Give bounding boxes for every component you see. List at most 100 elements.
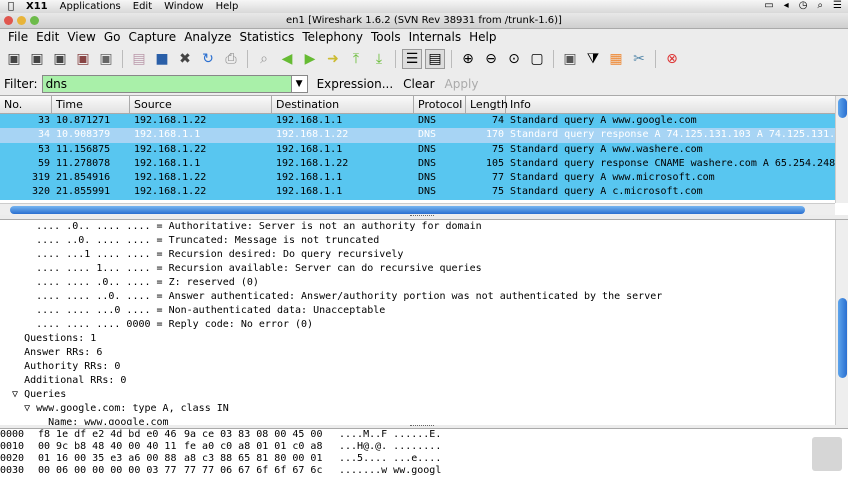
- detail-line[interactable]: Additional RRs: 0: [0, 374, 848, 388]
- zoom-in-icon[interactable]: ⊕: [458, 49, 478, 69]
- menu-internals[interactable]: Internals: [405, 29, 466, 46]
- detail-line[interactable]: .... .... .0.. .... = Z: reserved (0): [0, 276, 848, 290]
- detail-line[interactable]: .... .... ..0. .... = Answer authenticat…: [0, 290, 848, 304]
- menu-view[interactable]: View: [63, 29, 99, 46]
- detail-line[interactable]: .... .... ...0 .... = Non-authenticated …: [0, 304, 848, 318]
- mac-menubar:  X11 Applications Edit Window Help ▭ ◂ ◷ ⌕…: [0, 0, 848, 13]
- menu-edit[interactable]: Edit: [32, 29, 63, 46]
- forward-icon[interactable]: ▶: [300, 49, 320, 69]
- menu-capture[interactable]: Capture: [124, 29, 180, 46]
- packet-row[interactable]: 33 10.871271 192.168.1.22 192.168.1.1 DNS 74 S…: [0, 114, 848, 129]
- hex-row[interactable]: 0020 01 16 00 35 e3 a6 00 88 a8 c3 88 65 8…: [0, 453, 848, 465]
- zoom-out-icon[interactable]: ⊖: [481, 49, 501, 69]
- spotlight-icon[interactable]: ⌕: [817, 0, 823, 11]
- packet-cell: DNS: [418, 115, 437, 126]
- colorize-icon[interactable]: ☰: [402, 49, 422, 69]
- detail-line[interactable]: Questions: 1: [0, 332, 848, 346]
- interfaces-icon[interactable]: ▣: [4, 49, 24, 69]
- close-file-icon[interactable]: ✖: [175, 49, 195, 69]
- first-packet-icon[interactable]: ⤒: [346, 49, 366, 69]
- column-length[interactable]: Length: [466, 96, 508, 113]
- detail-line[interactable]: Answer RRs: 6: [0, 346, 848, 360]
- filter-input[interactable]: dns: [41, 75, 292, 93]
- detail-line[interactable]: .... ...1 .... .... = Recursion desired:…: [0, 248, 848, 262]
- normal-size-icon[interactable]: ⊙: [504, 49, 524, 69]
- mac-menu-edit[interactable]: Edit: [133, 1, 152, 12]
- detail-line[interactable]: .... .0.. .... .... = Authoritative: Ser…: [0, 220, 848, 234]
- stop-capture-icon[interactable]: ▣: [73, 49, 93, 69]
- capture-filters-icon[interactable]: ▣: [560, 49, 580, 69]
- detail-line[interactable]: ▽ www.google.com: type A, class IN: [0, 402, 848, 416]
- preferences-icon[interactable]: ✂: [629, 49, 649, 69]
- menu-go[interactable]: Go: [100, 29, 125, 46]
- packet-list-hscrollbar[interactable]: [0, 203, 835, 215]
- column-destination[interactable]: Destination: [272, 96, 414, 113]
- packet-row[interactable]: 59 11.278078 192.168.1.1 192.168.1.22 DNS 105…: [0, 156, 848, 172]
- menu-help[interactable]: Help: [465, 29, 500, 46]
- hex-h1: 00 06 00 00 00 00 03 77: [38, 465, 177, 476]
- apply-button[interactable]: Apply: [440, 77, 484, 91]
- mac-app-name[interactable]: X11: [26, 1, 48, 12]
- start-capture-icon[interactable]: ▣: [50, 49, 70, 69]
- restart-capture-icon[interactable]: ▣: [96, 49, 116, 69]
- capture-options-icon[interactable]: ▣: [27, 49, 47, 69]
- details-vscrollbar[interactable]: [835, 220, 848, 425]
- mac-menu-help[interactable]: Help: [216, 1, 239, 12]
- apple-icon[interactable]: : [8, 1, 14, 12]
- column-time[interactable]: Time: [52, 96, 130, 113]
- column-source[interactable]: Source: [130, 96, 272, 113]
- detail-line[interactable]: .... .... 1... .... = Recursion availabl…: [0, 262, 848, 276]
- volume-icon[interactable]: ◂: [784, 0, 789, 11]
- reload-icon[interactable]: ↻: [198, 49, 218, 69]
- display-filters-icon[interactable]: ⧩: [583, 49, 603, 69]
- go-to-packet-icon[interactable]: ➜: [323, 49, 343, 69]
- find-icon[interactable]: ⌕: [254, 49, 274, 69]
- column-info[interactable]: Info: [506, 96, 836, 113]
- open-icon[interactable]: ▤: [129, 49, 149, 69]
- detail-line[interactable]: Authority RRs: 0: [0, 360, 848, 374]
- hex-row[interactable]: 0000 f8 1e df e2 4d bd e0 46 9a ce 03 83 0…: [0, 429, 848, 441]
- mac-menu-window[interactable]: Window: [164, 1, 203, 12]
- hex-row[interactable]: 0030 00 06 00 00 00 00 03 77 77 77 06 67 6…: [0, 465, 848, 477]
- resize-columns-icon[interactable]: ▢: [527, 49, 547, 69]
- menu-analyze[interactable]: Analyze: [180, 29, 235, 46]
- back-icon[interactable]: ◀: [277, 49, 297, 69]
- battery-icon[interactable]: ▭: [764, 0, 773, 11]
- packet-row[interactable]: 53 11.156875 192.168.1.22 192.168.1.1 DNS 75 S…: [0, 142, 848, 157]
- packet-row[interactable]: 34 10.908379 192.168.1.1 192.168.1.22 DNS 170…: [0, 128, 848, 143]
- auto-scroll-icon[interactable]: ▤: [425, 49, 445, 69]
- hex-row[interactable]: 0010 00 9c b8 48 40 00 40 11 fe a0 c0 a8 0…: [0, 441, 848, 453]
- close-window-button[interactable]: [4, 16, 13, 25]
- packet-row[interactable]: 320 21.855991 192.168.1.22 192.168.1.1 DNS 75…: [0, 185, 848, 200]
- print-icon[interactable]: ⎙: [221, 49, 241, 69]
- list-icon[interactable]: ☰: [833, 0, 842, 11]
- expression-button[interactable]: Expression...: [312, 77, 399, 91]
- packet-row[interactable]: 319 21.854916 192.168.1.22 192.168.1.1 DNS 77…: [0, 171, 848, 186]
- detail-line[interactable]: ▽ Queries: [0, 388, 848, 402]
- save-icon[interactable]: ■: [152, 49, 172, 69]
- menu-tools[interactable]: Tools: [367, 29, 405, 46]
- coloring-rules-icon[interactable]: ▦: [606, 49, 626, 69]
- mac-menu-applications[interactable]: Applications: [60, 1, 121, 12]
- clock-icon[interactable]: ◷: [799, 0, 808, 11]
- filter-dropdown-icon[interactable]: ▼: [291, 75, 308, 93]
- scroll-widget-icon[interactable]: [812, 437, 842, 471]
- hex-ascii: ...H@.@. ........: [339, 441, 442, 452]
- detail-line[interactable]: .... .... .... 0000 = Reply code: No err…: [0, 318, 848, 332]
- menu-statistics[interactable]: Statistics: [235, 29, 298, 46]
- clear-button[interactable]: Clear: [398, 77, 439, 91]
- last-packet-icon[interactable]: ⤓: [369, 49, 389, 69]
- packet-cell: 74: [491, 115, 504, 126]
- detail-line[interactable]: .... ..0. .... .... = Truncated: Message…: [0, 234, 848, 248]
- menu-telephony[interactable]: Telephony: [298, 29, 367, 46]
- minimize-window-button[interactable]: [17, 16, 26, 25]
- detail-line[interactable]: Name: www.google.com: [0, 416, 848, 425]
- packet-list-vscrollbar[interactable]: [835, 96, 848, 203]
- zoom-window-button[interactable]: [30, 16, 39, 25]
- hex-offset: 0000: [0, 429, 25, 440]
- menu-file[interactable]: File: [4, 29, 32, 46]
- help-icon[interactable]: ⊗: [662, 49, 682, 69]
- column-no[interactable]: No.: [0, 96, 52, 113]
- splitter-handle[interactable]: [410, 215, 434, 218]
- column-protocol[interactable]: Protocol: [414, 96, 466, 113]
